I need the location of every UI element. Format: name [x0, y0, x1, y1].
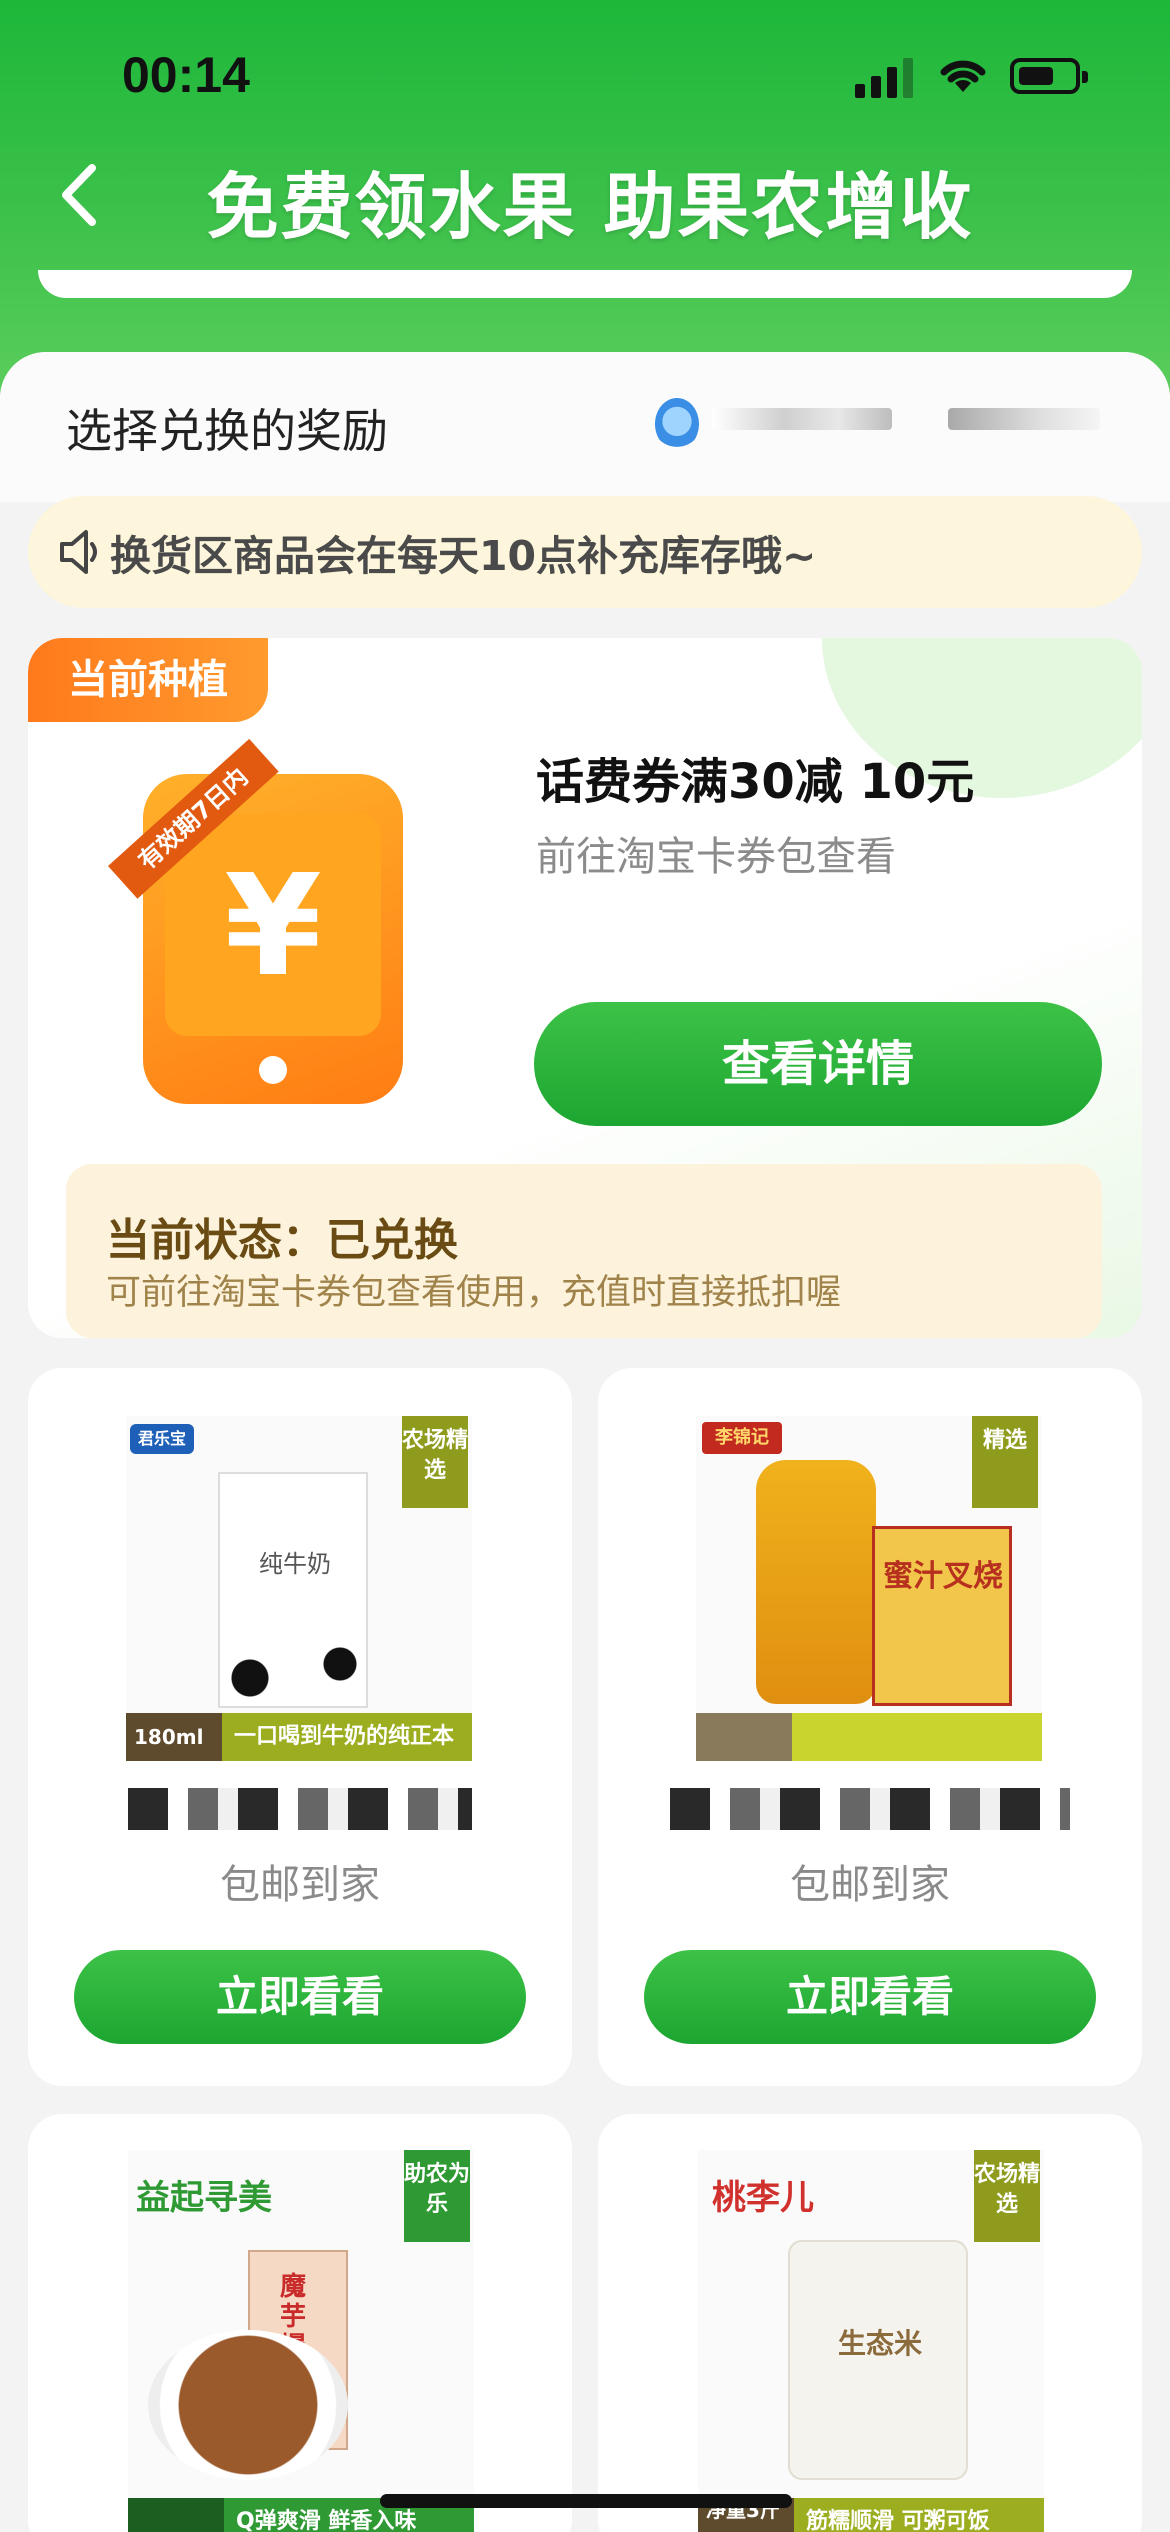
back-icon[interactable] [52, 160, 112, 230]
status-description: 可前往淘宝卡券包查看使用，充值时直接抵扣喔 [106, 1273, 842, 1313]
current-plant-tag: 当前种植 [28, 638, 268, 722]
header-divider-strip [38, 270, 1132, 298]
view-now-button[interactable]: 立即看看 [74, 1950, 526, 2044]
milk-pack: 纯牛奶 [218, 1472, 370, 1708]
section-title: 选择兑换的奖励 [66, 404, 388, 458]
status-bar: 00:14 [0, 0, 1170, 150]
brand-logo: 李锦记 [702, 1422, 782, 1454]
product-card[interactable]: 益起寻美 魔芋爆肚 助农为乐 Q弹爽滑 鲜香入味 [28, 2114, 572, 2532]
view-details-button[interactable]: 查看详情 [534, 1002, 1102, 1126]
prize-subtitle: 前往淘宝卡券包查看 [536, 834, 896, 880]
view-now-button[interactable]: 立即看看 [644, 1950, 1096, 2044]
speaker-icon [60, 530, 97, 574]
pack-label: 纯牛奶 [259, 1550, 331, 1578]
product-volume: 180ml [134, 1725, 204, 1749]
product-name-redacted [128, 1788, 472, 1830]
page-title: 免费领水果 助果农增收 [206, 165, 974, 249]
sauce-pack: 蜜汁叉烧 [872, 1526, 1012, 1706]
product-badge: 农场精选 [402, 1416, 468, 1508]
prize-title: 话费券满30减 10元 [536, 754, 975, 810]
notice-banner: 换货区商品会在每天10点补充库存哦~ [28, 496, 1142, 608]
product-card[interactable]: 君乐宝 纯牛奶 农场精选 180ml 一口喝到牛奶的纯正本味 包邮到家 立即看看 [28, 1368, 572, 2086]
product-image: 桃李儿 生态米 农场精选 净重3斤 筋糯顺滑 可粥可饭 [698, 2150, 1044, 2532]
voucher-image: ¥ 有效期7日内 [68, 734, 476, 1146]
status-time: 00:14 [122, 47, 250, 103]
product-card[interactable]: 李锦记 蜜汁叉烧 精选 包邮到家 立即看看 [598, 1368, 1142, 2086]
blurred-username [712, 408, 892, 430]
home-indicator[interactable] [380, 2494, 792, 2508]
product-image: 益起寻美 魔芋爆肚 助农为乐 Q弹爽滑 鲜香入味 [128, 2150, 474, 2532]
current-plant-card: 当前种植 ¥ 有效期7日内 话费券满30减 10元 前往淘宝卡券包查看 查看详情… [28, 638, 1142, 1338]
food-plate [148, 2330, 348, 2480]
product-slogan: 一口喝到牛奶的纯正本味 [234, 1724, 455, 1749]
product-badge: 农场精选 [974, 2150, 1040, 2242]
product-slogan-strip [696, 1713, 1042, 1761]
product-card[interactable]: 桃李儿 生态米 农场精选 净重3斤 筋糯顺滑 可粥可饭 [598, 2114, 1142, 2532]
product-image: 君乐宝 纯牛奶 农场精选 180ml 一口喝到牛奶的纯正本味 [126, 1416, 472, 1761]
product-slogan: 筋糯顺滑 可粥可饭 [806, 2509, 990, 2532]
product-subtitle: 包邮到家 [790, 1862, 950, 1908]
sauce-bottle [756, 1460, 876, 1704]
product-name-redacted [670, 1788, 1070, 1830]
yuan-icon: ¥ [224, 845, 322, 1008]
brand-logo: 君乐宝 [130, 1424, 194, 1454]
brand-logo: 益起寻美 [136, 2178, 272, 2218]
wifi-icon [940, 60, 986, 92]
status-title: 当前状态：已兑换 [106, 1215, 458, 1266]
notice-text: 换货区商品会在每天10点补充库存哦~ [110, 532, 817, 580]
cellular-signal-icon [855, 58, 915, 98]
product-badge: 助农为乐 [404, 2150, 470, 2242]
status-box: 当前状态：已兑换 可前往淘宝卡券包查看使用，充值时直接抵扣喔 [66, 1164, 1102, 1338]
rice-bag: 生态米 [788, 2240, 968, 2480]
brand-logo: 桃李儿 [712, 2178, 814, 2218]
avatar [655, 398, 699, 450]
product-subtitle: 包邮到家 [220, 1862, 380, 1908]
product-image: 李锦记 蜜汁叉烧 精选 [696, 1416, 1042, 1761]
product-badge: 精选 [972, 1416, 1038, 1508]
blurred-points [948, 408, 1100, 430]
product-slogan-strip: 180ml 一口喝到牛奶的纯正本味 [126, 1713, 472, 1761]
battery-icon [1010, 58, 1088, 94]
